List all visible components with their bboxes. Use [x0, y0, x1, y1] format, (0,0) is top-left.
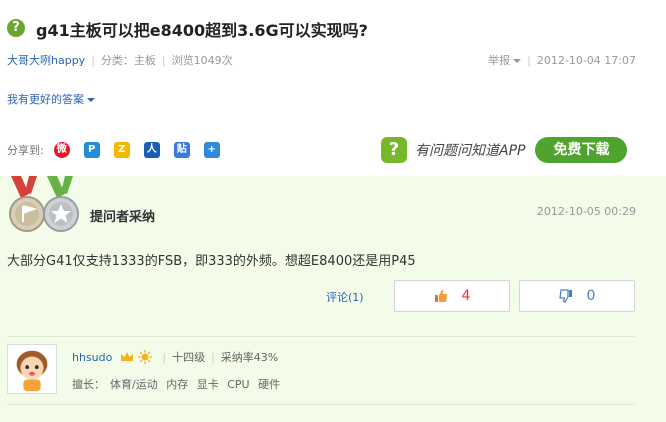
accepted-badge-title: 提问者采纳: [90, 210, 156, 225]
question-meta-right: 举报 | 2012-10-04 17:07: [488, 54, 636, 67]
thumbs-up-icon: [434, 290, 447, 302]
question-meta: 大哥大咧happy | 分类：主板 | 浏览1049次: [7, 52, 233, 68]
divider: [7, 404, 635, 405]
question-header: ? g41主板可以把e8400超到3.6G可以实现吗? 大哥大咧happy | 分类…: [0, 0, 666, 166]
downvote-count: 0: [586, 288, 596, 304]
answer-content: 大部分G41仅支持1333的FSB，即333的外频。想超E8400还是用P45: [7, 254, 416, 269]
skill-tag[interactable]: 显卡: [197, 378, 219, 391]
comment-link[interactable]: 评论(1): [326, 289, 364, 305]
question-icon: ?: [7, 19, 25, 37]
skill-tag[interactable]: 内存: [166, 378, 188, 391]
more-share-icon[interactable]: +: [203, 142, 220, 158]
divider: [7, 336, 635, 337]
weibo-icon[interactable]: 微: [53, 142, 70, 158]
chevron-down-icon: [87, 98, 95, 102]
question-date: 2012-10-04 17:07: [536, 54, 636, 67]
medal-icon: [9, 176, 79, 232]
report-button[interactable]: 举报: [488, 54, 510, 67]
avatar[interactable]: [7, 344, 57, 394]
free-download-button[interactable]: 免费下载: [535, 137, 628, 163]
app-promo-text: 有问题问知道APP: [415, 143, 526, 159]
tqq-icon[interactable]: Z: [113, 142, 130, 158]
category-label[interactable]: 分类：主板: [101, 52, 156, 68]
answer-date: 2012-10-05 00:29: [536, 205, 636, 218]
thumbs-down-icon: [558, 289, 572, 303]
upvote-count: 4: [461, 288, 471, 304]
better-answer-label: 我有更好的答案: [7, 93, 84, 106]
skill-tag[interactable]: CPU: [227, 378, 249, 391]
answerer-info: hhsudo | 十四级 | 采纳率43%: [72, 350, 279, 364]
answerer-level: 十四级: [172, 351, 206, 364]
share-label: 分享到:: [7, 144, 44, 157]
app-promo: ? 有问题问知道APP 免费下载: [381, 137, 628, 163]
crown-icon: [121, 352, 134, 361]
chevron-down-icon: [513, 59, 522, 63]
renren-icon[interactable]: 人: [143, 142, 160, 158]
accepted-answer: 提问者采纳 2012-10-05 00:29 大部分G41仅支持1333的FSB…: [0, 176, 666, 422]
adoption-rate: 采纳率43%: [220, 351, 279, 364]
skills-label: 擅长：: [72, 378, 105, 391]
tieba-icon[interactable]: 贴: [173, 142, 190, 158]
asker-link[interactable]: 大哥大咧happy: [7, 52, 85, 68]
downvote-button[interactable]: 0: [519, 280, 635, 312]
better-answer-link[interactable]: 我有更好的答案: [7, 91, 95, 107]
qzone-icon[interactable]: P: [83, 142, 100, 158]
zhidao-app-icon: ?: [381, 137, 407, 163]
share-bar: 分享到: 微 P Z 人 贴 +: [7, 142, 234, 158]
view-count: 浏览1049次: [171, 54, 233, 67]
answerer-skills: 擅长： 体育/运动 内存 显卡 CPU 硬件: [72, 376, 285, 392]
question-title: g41主板可以把e8400超到3.6G可以实现吗?: [36, 21, 368, 40]
answerer-name[interactable]: hhsudo: [72, 351, 112, 364]
skill-tag[interactable]: 硬件: [258, 378, 280, 391]
upvote-button[interactable]: 4: [394, 280, 510, 312]
skill-tag[interactable]: 体育/运动: [110, 378, 158, 391]
sun-icon: [138, 350, 153, 364]
